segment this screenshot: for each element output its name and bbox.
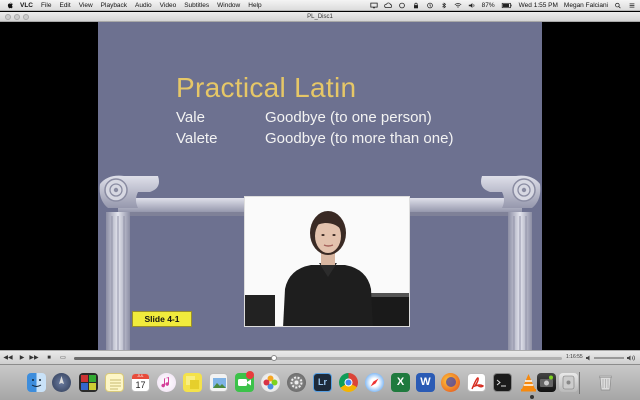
vlc-icon[interactable] [519, 373, 538, 392]
menu-clock[interactable]: Wed 1:55 PM [519, 2, 558, 9]
menu-playback[interactable]: Playback [101, 2, 127, 9]
photo-booth-icon[interactable] [79, 373, 98, 392]
safari-icon[interactable] [365, 373, 384, 392]
trash-icon[interactable] [596, 373, 615, 392]
dock: JUL 17 Lr X W [0, 364, 640, 400]
dock-separator [579, 372, 580, 394]
fast-forward-button[interactable]: ▶▶ [29, 354, 39, 362]
time-readout[interactable]: 1:16:55 [566, 354, 583, 360]
menu-subtitles[interactable]: Subtitles [184, 2, 209, 9]
notes-icon[interactable] [105, 373, 124, 392]
volume-icon[interactable] [468, 2, 476, 9]
vocab-row: Vale Goodbye (to one person) [176, 109, 432, 126]
window-zoom-button[interactable] [23, 14, 29, 20]
volume-slider[interactable] [594, 357, 624, 359]
calendar-icon[interactable]: JUL 17 [131, 373, 150, 392]
seek-handle[interactable] [271, 355, 278, 361]
menu-audio[interactable]: Audio [135, 2, 152, 9]
vocab-word: Valete [176, 130, 218, 147]
menu-help[interactable]: Help [248, 2, 261, 9]
battery-percent: 87% [481, 2, 495, 9]
vlc-running-indicator [530, 395, 534, 399]
firefox-icon[interactable] [441, 373, 460, 392]
playback-controls: ◀◀ ▶ ▶▶ ■ ▭ 1:16:55 [0, 350, 640, 364]
vocab-row: Valete Goodbye (to more than one) [176, 130, 453, 147]
lightroom-icon[interactable]: Lr [313, 373, 332, 392]
vocab-word: Vale [176, 109, 205, 126]
vocab-meaning: Goodbye (to one person) [265, 109, 432, 126]
menu-window[interactable]: Window [217, 2, 240, 9]
menu-video[interactable]: Video [160, 2, 177, 9]
creative-cloud-icon[interactable] [398, 2, 406, 9]
notification-center-icon[interactable] [628, 2, 636, 9]
system-preferences-icon[interactable] [287, 373, 306, 392]
video-area[interactable]: Practical Latin Vale Goodbye (to one pers… [0, 22, 640, 350]
bluetooth-icon[interactable] [440, 2, 448, 9]
presenter-video-inset [244, 196, 410, 327]
itunes-icon[interactable] [157, 373, 176, 392]
launchpad-icon[interactable] [52, 373, 71, 392]
cloud-icon[interactable] [383, 2, 392, 9]
stickies-icon[interactable] [183, 373, 202, 392]
spotlight-icon[interactable] [614, 2, 622, 9]
slide-number-label: Slide 4-1 [132, 311, 192, 327]
menu-file[interactable]: File [41, 2, 51, 9]
notification-badge [246, 371, 254, 379]
acrobat-icon[interactable] [467, 373, 486, 392]
window-title-bar[interactable]: PL_Disc1 [0, 12, 640, 22]
chrome-icon[interactable] [339, 373, 358, 392]
seek-bar[interactable] [74, 355, 562, 361]
rewind-button[interactable]: ◀◀ [3, 354, 13, 362]
lock-icon[interactable] [412, 2, 420, 9]
battery-icon[interactable] [501, 2, 513, 9]
menu-app-name[interactable]: VLC [20, 2, 33, 9]
menu-bar: VLC File Edit View Playback Audio Video … [0, 0, 640, 11]
time-machine-icon[interactable] [426, 2, 434, 9]
stop-button[interactable]: ■ [44, 354, 54, 362]
slide: Practical Latin Vale Goodbye (to one pers… [98, 22, 542, 350]
status-area: 87% Wed 1:55 PM Megan Falciani [370, 0, 636, 11]
menu-edit[interactable]: Edit [59, 2, 70, 9]
window-minimize-button[interactable] [14, 14, 20, 20]
menu-user-name[interactable]: Megan Falciani [564, 2, 608, 9]
excel-icon[interactable]: X [391, 373, 410, 392]
window-close-button[interactable] [5, 14, 11, 20]
photos-icon[interactable] [261, 373, 280, 392]
calendar-day: 17 [135, 380, 146, 390]
play-button[interactable]: ▶ [17, 354, 27, 362]
menu-view[interactable]: View [79, 2, 93, 9]
slide-title: Practical Latin [176, 72, 357, 103]
presenter-image [245, 197, 409, 326]
disk-utility-icon[interactable] [559, 373, 578, 392]
screen-capture-icon[interactable] [537, 373, 556, 392]
window-title: PL_Disc1 [307, 14, 333, 20]
finder-icon[interactable] [27, 373, 46, 392]
apple-icon[interactable] [6, 1, 14, 9]
word-icon[interactable]: W [416, 373, 435, 392]
seek-progress [74, 357, 275, 360]
display-icon[interactable] [370, 2, 378, 9]
preview-icon[interactable] [209, 373, 228, 392]
wifi-icon[interactable] [454, 2, 462, 9]
fullscreen-button[interactable]: ▭ [58, 354, 68, 362]
vocab-meaning: Goodbye (to more than one) [265, 130, 454, 147]
volume-high-icon [627, 355, 635, 361]
volume-low-icon [586, 355, 590, 361]
terminal-icon[interactable] [493, 373, 512, 392]
